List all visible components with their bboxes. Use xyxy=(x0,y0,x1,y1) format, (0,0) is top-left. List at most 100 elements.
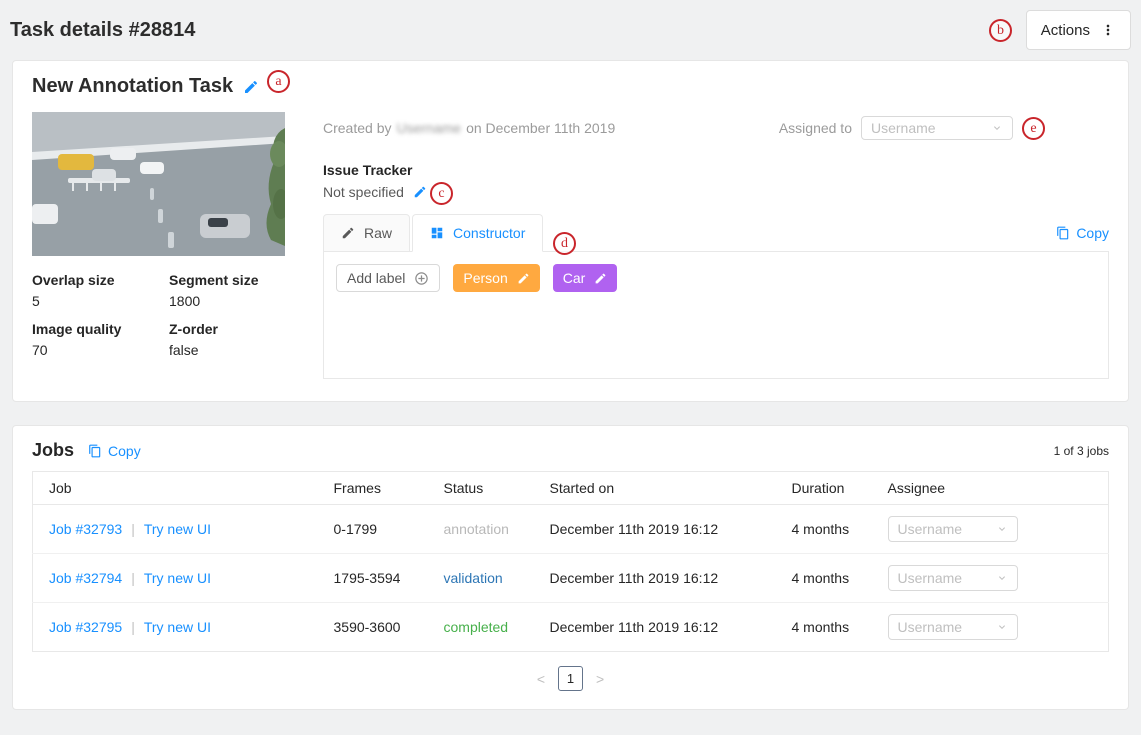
labels-tabs: Raw Constructor xyxy=(323,214,545,251)
col-assignee: Assignee xyxy=(872,472,1109,505)
page-title: Task details #28814 xyxy=(10,19,195,42)
edit-label-icon[interactable] xyxy=(517,272,530,285)
copy-jobs-link[interactable]: Copy xyxy=(88,443,141,459)
job-assignee-select[interactable]: Username xyxy=(888,614,1018,640)
labels-tabs-row: Raw Constructor Copy xyxy=(323,214,1109,251)
job-duration: 4 months xyxy=(776,554,872,603)
job-row: Job #32795 | Try new UI 3590-3600 complete… xyxy=(33,603,1109,652)
copy-icon xyxy=(88,444,102,458)
task-left-column: Overlap size 5 Segment size 1800 Image q… xyxy=(32,112,285,379)
actions-button-label: Actions xyxy=(1041,22,1090,39)
edit-label-icon[interactable] xyxy=(594,272,607,285)
job-duration: 4 months xyxy=(776,505,872,554)
try-new-ui-link[interactable]: Try new UI xyxy=(144,521,211,537)
jobs-title: Jobs xyxy=(32,440,74,461)
task-preview-image xyxy=(32,112,285,256)
labels-constructor-panel: Add label Person Car xyxy=(323,251,1109,379)
try-new-ui-link[interactable]: Try new UI xyxy=(144,570,211,586)
job-link-separator: | xyxy=(131,619,135,635)
assigned-to-group: Assigned to Username xyxy=(779,116,1013,140)
assigned-to-label: Assigned to xyxy=(779,120,852,136)
issue-tracker-value: Not specified xyxy=(323,184,404,200)
pagination-prev[interactable]: < xyxy=(537,671,545,687)
jobs-table: Job Frames Status Started on Duration As… xyxy=(32,471,1109,652)
job-duration: 4 months xyxy=(776,603,872,652)
task-summary-card: New Annotation Task xyxy=(12,60,1129,402)
job-assignee-value: Username xyxy=(898,619,963,635)
task-right-column: Created by Username on December 11th 201… xyxy=(285,112,1109,379)
job-assignee-select[interactable]: Username xyxy=(888,516,1018,542)
street-scene-illustration xyxy=(32,112,285,256)
col-duration: Duration xyxy=(776,472,872,505)
chevron-down-icon xyxy=(996,572,1008,584)
job-assignee-select[interactable]: Username xyxy=(888,565,1018,591)
jobs-table-header: Job Frames Status Started on Duration As… xyxy=(33,472,1109,505)
copy-icon xyxy=(1056,226,1070,240)
job-frames: 0-1799 xyxy=(318,505,428,554)
task-details-page: Task details #28814 Actions New Annotati… xyxy=(0,0,1141,735)
task-assignee-select[interactable]: Username xyxy=(861,116,1013,140)
col-frames: Frames xyxy=(318,472,428,505)
page-header: Task details #28814 Actions xyxy=(0,0,1141,60)
tab-raw[interactable]: Raw xyxy=(323,214,410,252)
callout-d: d xyxy=(553,232,576,255)
copy-labels-link[interactable]: Copy xyxy=(1056,225,1109,241)
plus-circle-icon xyxy=(414,271,429,286)
job-link[interactable]: Job #32793 xyxy=(49,521,122,537)
jobs-header: Jobs Copy 1 of 3 jobs xyxy=(32,440,1109,461)
pagination-page-1[interactable]: 1 xyxy=(558,666,583,691)
chevron-down-icon xyxy=(996,523,1008,535)
try-new-ui-link[interactable]: Try new UI xyxy=(144,619,211,635)
job-status: annotation xyxy=(444,521,509,537)
param-z-order: Z-order false xyxy=(169,321,285,358)
edit-task-name-icon[interactable] xyxy=(243,79,259,95)
task-name: New Annotation Task xyxy=(32,75,233,98)
created-row: Created by Username on December 11th 201… xyxy=(323,116,1109,140)
job-row: Job #32794|Try new UI 1795-3594 validati… xyxy=(33,554,1109,603)
job-assignee-value: Username xyxy=(898,521,963,537)
job-status: completed xyxy=(444,619,509,635)
edit-issue-tracker-icon[interactable] xyxy=(413,185,427,199)
job-link[interactable]: Job #32794 xyxy=(49,570,122,586)
jobs-pagination: < 1 > xyxy=(32,666,1109,691)
job-frames: 3590-3600 xyxy=(318,603,428,652)
job-row: Job #32793|Try new UI 0-1799 annotation … xyxy=(33,505,1109,554)
col-started-on: Started on xyxy=(534,472,776,505)
job-started-on: December 11th 2019 16:12 xyxy=(534,554,776,603)
created-by-text: Created by Username on December 11th 201… xyxy=(323,120,615,136)
param-segment-size: Segment size 1800 xyxy=(169,272,285,309)
job-assignee-value: Username xyxy=(898,570,963,586)
job-frames: 1795-3594 xyxy=(318,554,428,603)
actions-button[interactable]: Actions xyxy=(1026,10,1131,50)
job-started-on: December 11th 2019 16:12 xyxy=(534,603,776,652)
issue-tracker-label: Issue Tracker xyxy=(323,162,1109,178)
tab-constructor[interactable]: Constructor xyxy=(412,214,543,252)
task-parameters: Overlap size 5 Segment size 1800 Image q… xyxy=(32,272,285,358)
pagination-next[interactable]: > xyxy=(596,671,604,687)
job-link-separator: | xyxy=(131,570,135,586)
label-tag-car[interactable]: Car xyxy=(553,264,618,292)
param-overlap-size: Overlap size 5 xyxy=(32,272,169,309)
label-tag-person[interactable]: Person xyxy=(453,264,539,292)
creator-username: Username xyxy=(396,120,461,136)
callout-b: b xyxy=(989,19,1012,42)
job-started-on: December 11th 2019 16:12 xyxy=(534,505,776,554)
pencil-icon xyxy=(341,226,355,240)
task-name-row: New Annotation Task xyxy=(32,75,1109,98)
task-assignee-value: Username xyxy=(871,120,936,136)
job-link-separator: | xyxy=(131,521,135,537)
callout-c: c xyxy=(430,182,453,205)
job-link[interactable]: Job #32795 xyxy=(49,619,122,635)
add-label-button[interactable]: Add label xyxy=(336,264,440,292)
jobs-card: Jobs Copy 1 of 3 jobs Job Frames Status … xyxy=(12,425,1129,710)
callout-a: a xyxy=(267,70,290,93)
param-image-quality: Image quality 70 xyxy=(32,321,169,358)
col-job: Job xyxy=(33,472,318,505)
more-vertical-icon xyxy=(1100,22,1116,38)
callout-e: e xyxy=(1022,117,1045,140)
chevron-down-icon xyxy=(996,621,1008,633)
blocks-icon xyxy=(430,226,444,240)
chevron-down-icon xyxy=(991,122,1003,134)
col-status: Status xyxy=(428,472,534,505)
jobs-count: 1 of 3 jobs xyxy=(1054,444,1109,458)
